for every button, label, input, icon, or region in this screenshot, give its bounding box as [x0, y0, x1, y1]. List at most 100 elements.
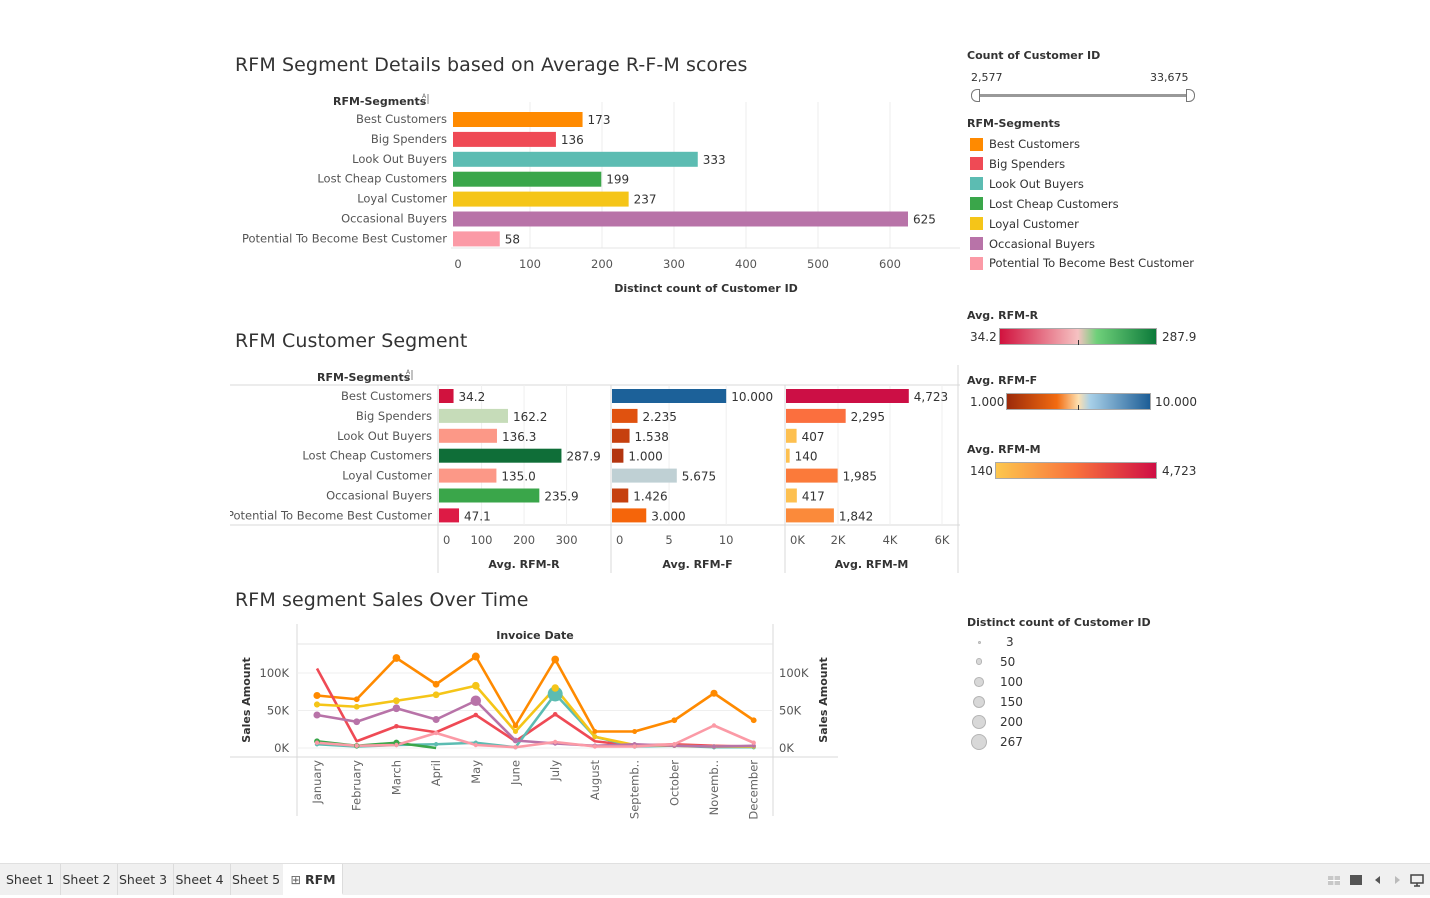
bar[interactable]	[439, 408, 508, 423]
bar[interactable]	[453, 231, 500, 247]
data-point[interactable]	[471, 681, 480, 690]
bar[interactable]	[612, 488, 629, 503]
segment-legend-item[interactable]: Occasional Buyers	[970, 234, 1095, 254]
data-point[interactable]	[632, 744, 637, 749]
count-filter-slider-track[interactable]	[976, 94, 1190, 97]
data-point[interactable]	[750, 717, 757, 724]
data-point[interactable]	[710, 689, 718, 697]
bar[interactable]	[612, 468, 677, 483]
data-point[interactable]	[313, 711, 321, 719]
bar[interactable]	[786, 468, 838, 483]
data-point[interactable]	[551, 655, 560, 664]
data-point[interactable]	[473, 742, 478, 748]
data-point[interactable]	[632, 728, 638, 735]
data-label: 136	[561, 133, 584, 147]
bar[interactable]	[439, 428, 497, 443]
data-point[interactable]	[394, 723, 399, 729]
bar[interactable]	[786, 428, 797, 443]
sheet-tab-sheet-2[interactable]: Sheet 2	[57, 864, 118, 895]
data-point[interactable]	[433, 742, 439, 747]
segment-legend-item[interactable]: Look Out Buyers	[970, 174, 1084, 194]
data-point[interactable]	[711, 723, 717, 728]
prev-arrow-icon[interactable]	[1371, 873, 1385, 887]
bar[interactable]	[453, 191, 629, 207]
bar[interactable]	[439, 389, 454, 403]
bar[interactable]	[786, 488, 797, 503]
bar[interactable]	[786, 389, 909, 403]
data-point[interactable]	[313, 691, 321, 700]
next-arrow-icon[interactable]	[1390, 873, 1404, 887]
segment-legend-item[interactable]: Potential To Become Best Customer	[970, 253, 1194, 273]
presentation-icon[interactable]	[1410, 873, 1424, 887]
data-point[interactable]	[512, 722, 519, 729]
series-line[interactable]	[315, 667, 754, 748]
data-point[interactable]	[433, 730, 439, 736]
bar[interactable]	[612, 408, 638, 423]
data-point[interactable]	[392, 654, 401, 662]
bar[interactable]	[786, 408, 846, 423]
data-point[interactable]	[353, 696, 360, 703]
data-point[interactable]	[313, 701, 321, 708]
data-point[interactable]	[354, 743, 359, 748]
single-view-icon[interactable]	[1349, 873, 1363, 887]
customer-segment-chart[interactable]: RFM-SegmentsAZ Best Customers Big Spenders…	[230, 365, 960, 575]
bar[interactable]	[453, 211, 908, 227]
data-point[interactable]	[471, 652, 480, 661]
sort-az-icon[interactable]: AZ	[422, 93, 429, 106]
count-filter-min-handle[interactable]	[971, 89, 980, 102]
bar[interactable]	[439, 488, 540, 503]
data-point[interactable]	[512, 728, 519, 735]
data-point[interactable]	[432, 715, 440, 724]
data-point[interactable]	[432, 691, 440, 699]
sheet-tab-sheet-4[interactable]: Sheet 4	[170, 864, 231, 895]
segment-details-chart[interactable]: RFM-SegmentsAZ Best Customers 173 Big Spend…	[230, 88, 960, 303]
segment-legend-item[interactable]: Best Customers	[970, 134, 1080, 154]
bar[interactable]	[439, 448, 562, 463]
series-line[interactable]	[316, 699, 754, 748]
segment-legend-item[interactable]: Lost Cheap Customers	[970, 194, 1119, 214]
bar[interactable]	[786, 508, 834, 523]
bar[interactable]	[612, 508, 647, 523]
count-filter-max-handle[interactable]	[1186, 89, 1195, 102]
bar[interactable]	[453, 151, 698, 167]
sales-over-time-chart[interactable]: Invoice Date 0K 0K 50K 50K 100K 100K Sales Amou…	[230, 624, 842, 820]
sheet-tab-sheet-3[interactable]: Sheet 3	[113, 864, 175, 895]
bar[interactable]	[612, 448, 624, 463]
bar[interactable]	[612, 428, 630, 443]
data-point[interactable]	[353, 703, 360, 710]
data-point[interactable]	[392, 697, 400, 705]
data-point[interactable]	[553, 739, 558, 745]
data-point[interactable]	[592, 728, 598, 735]
bar[interactable]	[612, 389, 727, 403]
bar[interactable]	[453, 171, 602, 187]
data-point[interactable]	[512, 737, 519, 744]
data-point[interactable]	[551, 684, 559, 692]
data-point[interactable]	[711, 744, 717, 749]
sheet-tab-rfm[interactable]: ⊞ RFM	[282, 864, 343, 895]
segment-legend-item[interactable]: Big Spenders	[970, 154, 1065, 174]
data-point[interactable]	[592, 744, 598, 749]
sheet-tab-sheet-1[interactable]: Sheet 1	[0, 864, 62, 895]
data-point[interactable]	[672, 742, 677, 747]
sort-az-icon[interactable]: AZ	[406, 369, 413, 382]
data-point[interactable]	[392, 704, 401, 713]
data-point[interactable]	[394, 742, 399, 748]
bar[interactable]	[453, 112, 583, 127]
data-point[interactable]	[552, 711, 558, 717]
data-point[interactable]	[592, 734, 598, 740]
data-point[interactable]	[314, 740, 320, 745]
data-point[interactable]	[473, 712, 479, 718]
grid-view-icon[interactable]	[1327, 873, 1341, 887]
data-point[interactable]	[513, 745, 518, 750]
data-point[interactable]	[751, 740, 756, 745]
bar[interactable]	[439, 468, 497, 483]
bar[interactable]	[786, 448, 790, 463]
sheet-tab-sheet-5[interactable]: Sheet 5	[226, 864, 288, 895]
segment-legend-item[interactable]: Loyal Customer	[970, 214, 1079, 234]
data-point[interactable]	[432, 680, 440, 688]
data-point[interactable]	[470, 695, 482, 706]
data-point[interactable]	[671, 717, 678, 724]
bar[interactable]	[453, 131, 556, 147]
bar[interactable]	[439, 508, 460, 523]
data-point[interactable]	[353, 718, 361, 726]
